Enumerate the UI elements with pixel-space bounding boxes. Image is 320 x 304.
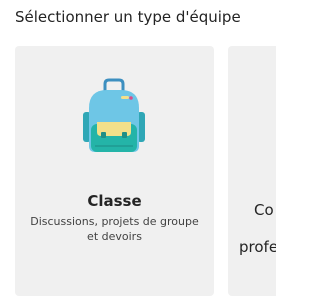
- card-description: Discussions, projets de groupe et devoir…: [30, 215, 199, 243]
- team-type-card-partial[interactable]: Co profe: [228, 46, 276, 296]
- card-description-partial: profe: [239, 238, 276, 256]
- team-type-selector: Sélectionner un type d'équipe Classe Dis…: [0, 0, 276, 304]
- card-title-partial: Co: [254, 201, 274, 219]
- page-title: Sélectionner un type d'équipe: [15, 8, 241, 26]
- card-title: Classe: [87, 192, 142, 210]
- team-type-card-classe[interactable]: Classe Discussions, projets de groupe et…: [15, 46, 214, 296]
- backpack-icon: [83, 78, 145, 152]
